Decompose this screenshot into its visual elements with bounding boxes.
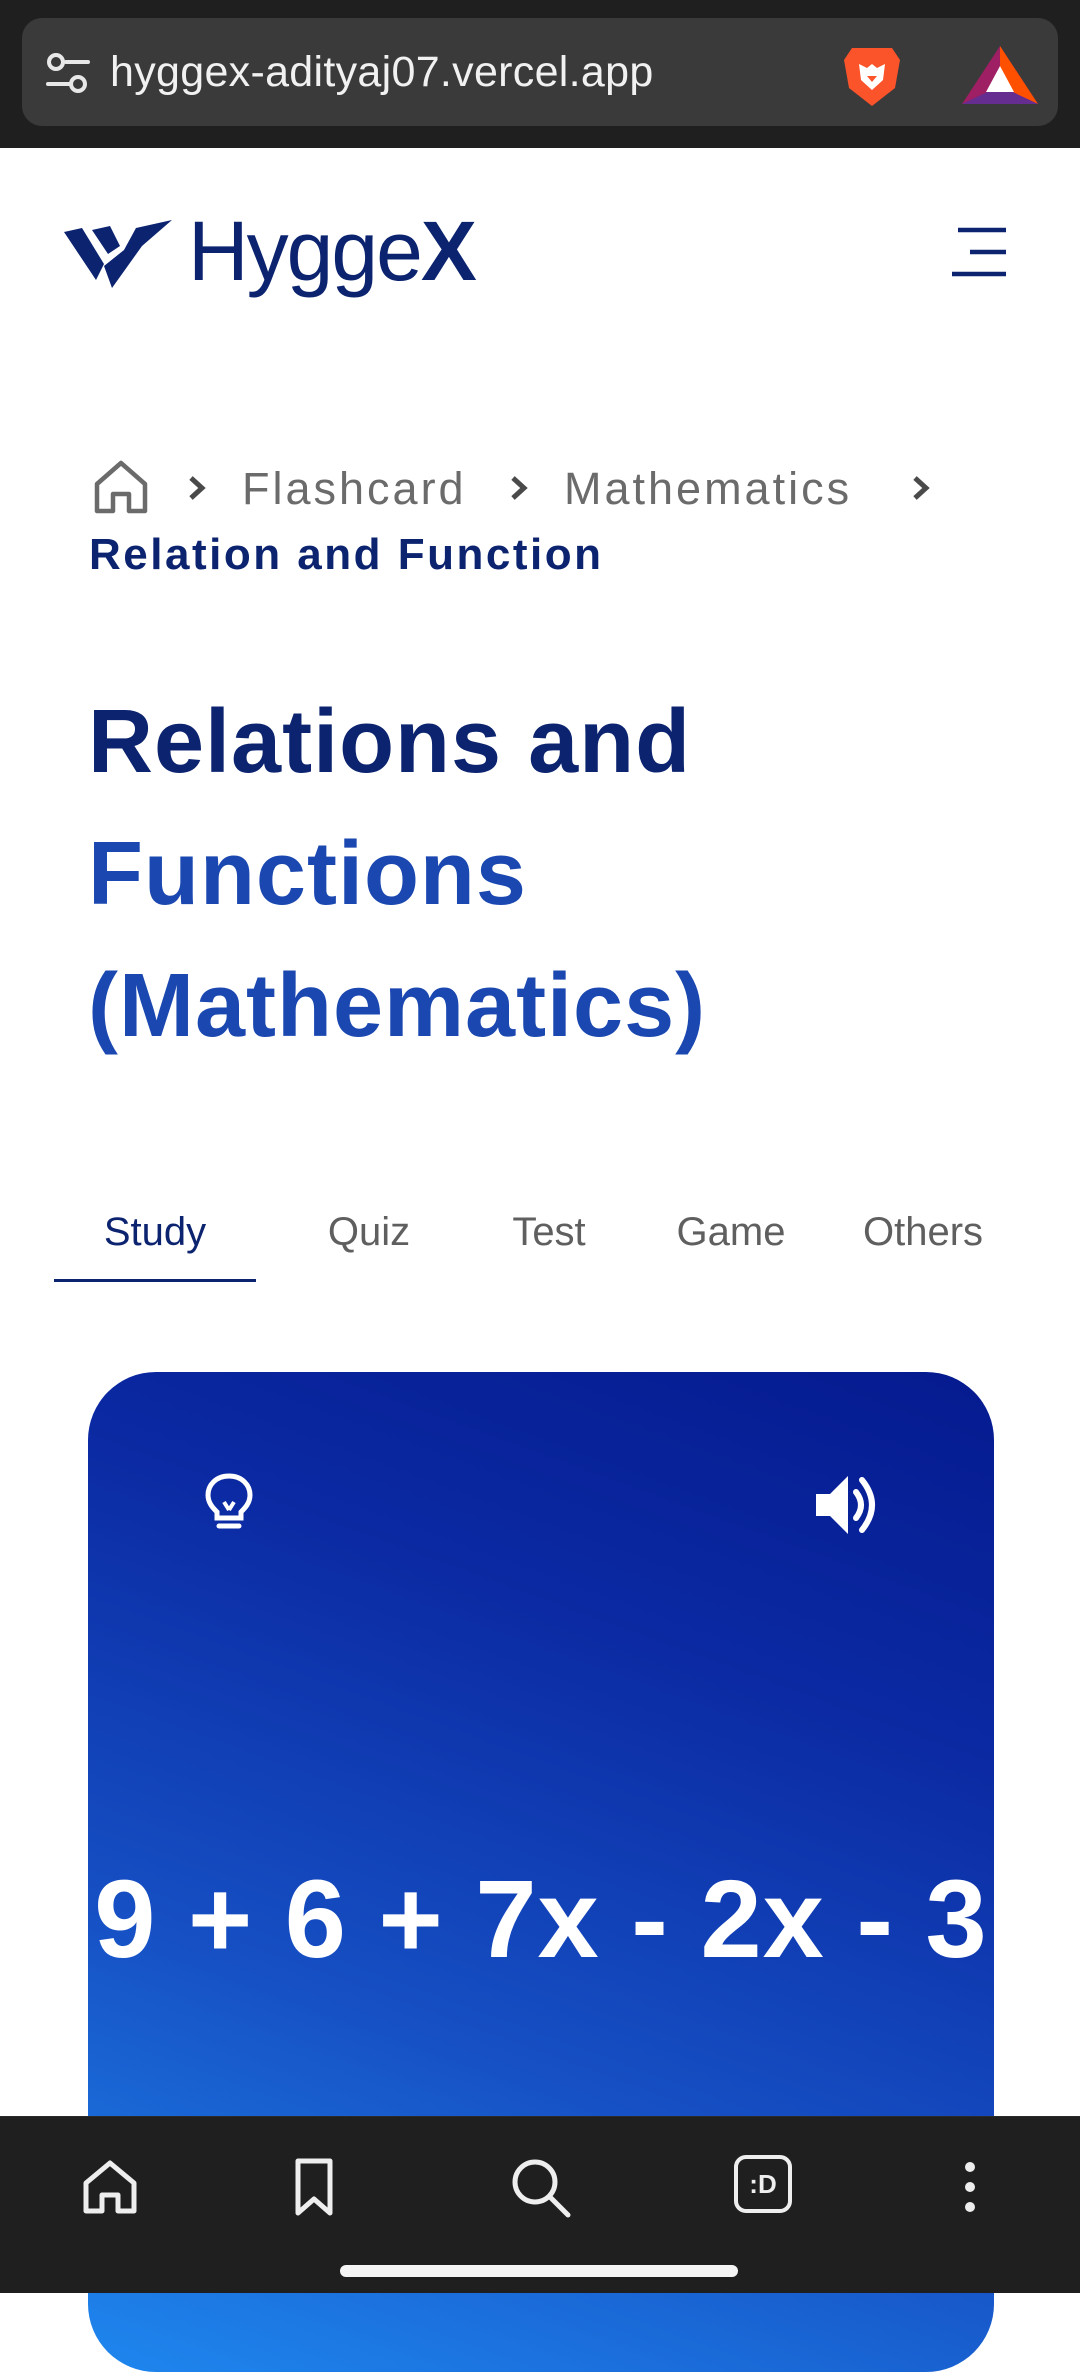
search-icon[interactable]	[508, 2155, 572, 2219]
page-title-line3: (Mathematics)	[88, 956, 707, 1056]
chevron-right-icon	[511, 476, 528, 500]
page-title: Relations and Functions (Mathematics)	[88, 676, 988, 1072]
address-bar[interactable]: hyggex-adityaj07.vercel.app	[22, 18, 1058, 126]
site-settings-icon[interactable]	[44, 50, 92, 96]
home-icon[interactable]	[92, 458, 150, 516]
lightbulb-icon[interactable]	[204, 1472, 254, 1534]
tab-test[interactable]: Test	[474, 1196, 624, 1282]
mode-tabs: Study Quiz Test Game Others	[54, 1196, 1014, 1286]
brave-lion-icon[interactable]	[837, 40, 907, 110]
chevron-right-icon	[913, 476, 930, 500]
page-title-line1: Relations and	[88, 692, 692, 792]
tab-others[interactable]: Others	[828, 1196, 1018, 1282]
breadcrumb-flashcard[interactable]: Flashcard	[242, 456, 467, 522]
tabs-icon[interactable]: :D	[734, 2155, 792, 2213]
hyggex-logo[interactable]: HyggeX	[64, 206, 484, 296]
tab-game[interactable]: Game	[636, 1196, 826, 1282]
chevron-right-icon	[189, 476, 206, 500]
logo-text: HyggeX	[188, 204, 477, 298]
browser-bottom-nav: :D	[0, 2116, 1080, 2293]
url-text[interactable]: hyggex-adityaj07.vercel.app	[110, 18, 654, 126]
hamburger-menu-icon[interactable]	[950, 226, 1008, 278]
flashcard-text: 9 + 6 + 7x - 2x - 3	[94, 1858, 988, 1981]
home-icon[interactable]	[78, 2155, 142, 2219]
gesture-bar[interactable]	[340, 2265, 738, 2277]
bat-rewards-icon[interactable]	[960, 42, 1040, 108]
page-title-line2: Functions	[88, 824, 527, 924]
browser-top-bar: hyggex-adityaj07.vercel.app	[0, 0, 1080, 148]
tab-quiz[interactable]: Quiz	[284, 1196, 454, 1282]
more-icon[interactable]	[938, 2155, 1002, 2219]
speaker-icon[interactable]	[814, 1472, 884, 1538]
bookmark-icon[interactable]	[282, 2155, 346, 2219]
logo-mark-icon	[64, 220, 172, 288]
tab-study[interactable]: Study	[54, 1196, 256, 1282]
breadcrumb-current: Relation and Function	[89, 530, 604, 579]
breadcrumb-mathematics[interactable]: Mathematics	[564, 456, 852, 522]
